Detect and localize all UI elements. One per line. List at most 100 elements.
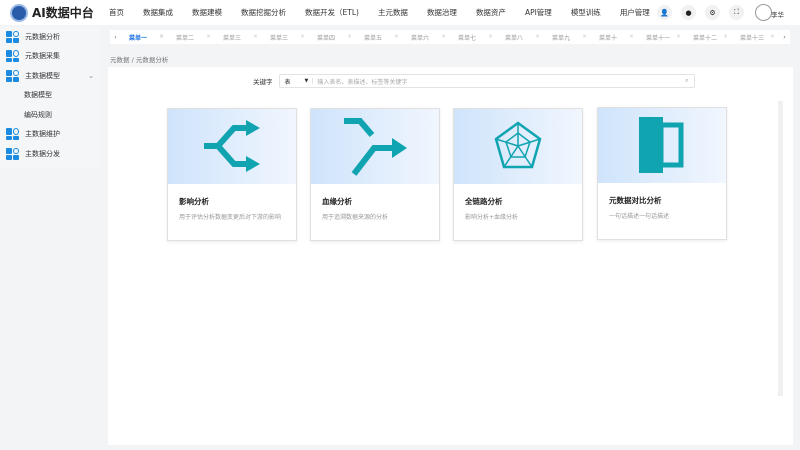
close-icon[interactable]: × <box>488 33 493 42</box>
app-title: AI数据中台 <box>32 6 94 20</box>
search-bar: 关键字 表 ▼ | 输入表名、表描述、标签等关键字 ⌕ <box>253 74 695 88</box>
close-icon[interactable]: × <box>159 33 164 42</box>
nav-item[interactable]: 主元数据 <box>378 7 408 18</box>
nav-item[interactable]: 数据挖掘分析 <box>241 7 286 18</box>
chevron-down-icon[interactable]: ▼ <box>305 78 309 84</box>
scrollbar[interactable] <box>778 101 783 396</box>
user-name[interactable]: 李华 <box>771 9 784 19</box>
tab-bar: ‹ 菜单一 × 菜单二 × 菜单三 × 菜单三 × 菜单四 × 菜单五 × 菜单六 × 菜单七 × 菜单八 × 菜单… <box>110 30 790 44</box>
shuffle-icon <box>202 118 262 175</box>
close-icon[interactable]: × <box>723 33 728 42</box>
search-icon[interactable]: ⌕ <box>685 77 688 85</box>
tabs-prev-icon[interactable]: ‹ <box>110 34 121 41</box>
analysis-card[interactable]: 元数据对比分析 一句话描述一句话描述 <box>597 107 727 240</box>
card-title: 元数据对比分析 <box>609 196 662 205</box>
module-icon <box>6 128 19 141</box>
sidebar-item[interactable]: 编码规则 <box>0 105 100 125</box>
tab[interactable]: 菜单十二 × <box>685 33 732 42</box>
sidebar-item[interactable]: 主数据模型 ⌄ <box>0 66 100 86</box>
tab-label: 菜单三 <box>223 34 242 42</box>
tab-label: 菜单六 <box>411 34 430 42</box>
module-icon <box>6 30 19 43</box>
tab-label: 菜单九 <box>552 34 571 42</box>
module-icon <box>6 50 19 63</box>
gear-icon[interactable]: ⚙ <box>705 5 720 20</box>
analysis-card[interactable]: 血缘分析 用于追溯数据来源的分析 <box>310 108 440 241</box>
tab[interactable]: 菜单十 × <box>591 33 638 42</box>
close-icon[interactable]: × <box>253 33 258 42</box>
search-label: 关键字 <box>253 78 273 86</box>
close-icon[interactable]: × <box>770 33 775 42</box>
tab-label: 菜单八 <box>505 34 524 42</box>
tab-label: 菜单十 <box>599 34 618 42</box>
tab[interactable]: 菜单七 × <box>450 33 497 42</box>
tab[interactable]: 菜单九 × <box>544 33 591 42</box>
nav-item[interactable]: 用户管理 <box>620 7 650 18</box>
analysis-card[interactable]: 影响分析 用于评估分析数据变更后对下游的影响 <box>167 108 297 241</box>
close-icon[interactable]: × <box>535 33 540 42</box>
nav-item[interactable]: 数据开发（ETL) <box>305 7 359 18</box>
tab[interactable]: 菜单十三 × <box>732 33 779 42</box>
card-banner <box>454 109 582 184</box>
tab[interactable]: 菜单一 × <box>121 33 168 42</box>
tab[interactable]: 菜单六 × <box>403 33 450 42</box>
compare-icon <box>639 116 685 175</box>
tab[interactable]: 菜单四 × <box>309 33 356 42</box>
close-icon[interactable]: × <box>629 33 634 42</box>
sidebar-item[interactable]: 元数据采集 <box>0 47 100 67</box>
breadcrumb-item[interactable]: 元数据 <box>110 56 130 64</box>
main-nav: 首页 数据集成 数据建模 数据挖掘分析 数据开发（ETL) 主元数据 数据治理 数据资产 API… <box>109 7 669 18</box>
chevron-down-icon[interactable]: ⌄ <box>88 72 94 80</box>
logo[interactable]: AI数据中台 <box>10 3 100 22</box>
tab[interactable]: 菜单八 × <box>497 33 544 42</box>
nav-item[interactable]: 模型训练 <box>571 7 601 18</box>
sidebar-item-label: 编码规则 <box>24 110 52 119</box>
nav-item[interactable]: 首页 <box>109 7 124 18</box>
tab[interactable]: 菜单三 × <box>262 33 309 42</box>
close-icon[interactable]: × <box>347 33 352 42</box>
nav-item[interactable]: 数据治理 <box>427 7 457 18</box>
card-description: 用于追溯数据来源的分析 <box>322 214 389 221</box>
tab[interactable]: 菜单十一 × <box>638 33 685 42</box>
sidebar-item[interactable]: 主数据分发 <box>0 144 100 164</box>
tabs-next-icon[interactable]: › <box>779 34 790 41</box>
tab[interactable]: 菜单二 × <box>168 33 215 42</box>
close-icon[interactable]: × <box>206 33 211 42</box>
close-icon[interactable]: × <box>676 33 681 42</box>
close-icon[interactable]: × <box>582 33 587 42</box>
top-header: AI数据中台 首页 数据集成 数据建模 数据挖掘分析 数据开发（ETL) 主元数据 数据治理… <box>0 0 800 25</box>
sidebar-item-label: 数据模型 <box>24 91 52 100</box>
avatar[interactable] <box>755 4 772 21</box>
sidebar-item[interactable]: 主数据维护 <box>0 125 100 145</box>
search-input[interactable]: 表 ▼ | 输入表名、表描述、标签等关键字 ⌕ <box>278 74 695 88</box>
sidebar-item-label: 主数据维护 <box>25 130 60 139</box>
close-icon[interactable]: × <box>300 33 305 42</box>
nav-item[interactable]: 数据集成 <box>143 7 173 18</box>
user-icon[interactable]: 👤 <box>657 5 672 20</box>
sidebar-item[interactable]: 元数据分析 <box>0 27 100 47</box>
fullscreen-icon[interactable]: ⛶ <box>729 5 744 20</box>
analysis-card[interactable]: 全链路分析 影响分析+血缘分析 <box>453 108 583 241</box>
card-description: 影响分析+血缘分析 <box>465 214 519 221</box>
tab-label: 菜单十二 <box>693 34 718 42</box>
card-banner <box>598 108 726 183</box>
sidebar-item-label: 元数据分析 <box>25 32 60 41</box>
tab[interactable]: 菜单五 × <box>356 33 403 42</box>
nav-item[interactable]: API管理 <box>525 7 552 18</box>
sidebar-item[interactable]: 数据模型 <box>0 86 100 106</box>
bell-icon[interactable]: ● <box>681 5 696 20</box>
tab-label: 菜单七 <box>458 34 477 42</box>
close-icon[interactable]: × <box>394 33 399 42</box>
tab-label: 菜单四 <box>317 34 336 42</box>
tab[interactable]: 菜单三 × <box>215 33 262 42</box>
close-icon[interactable]: × <box>441 33 446 42</box>
tab-label: 菜单一 <box>129 34 148 42</box>
tab-label: 菜单三 <box>270 34 289 42</box>
nav-item[interactable]: 数据资产 <box>476 7 506 18</box>
content-panel: 关键字 表 ▼ | 输入表名、表描述、标签等关键字 ⌕ 影响分析 用于评估分析数据… <box>108 67 793 445</box>
breadcrumb-item: 元数据分析 <box>135 56 169 64</box>
breadcrumb: 元数据 / 元数据分析 <box>110 56 169 64</box>
logo-icon <box>10 3 28 22</box>
nav-item[interactable]: 数据建模 <box>192 7 222 18</box>
search-type-select[interactable]: 表 <box>285 77 305 86</box>
